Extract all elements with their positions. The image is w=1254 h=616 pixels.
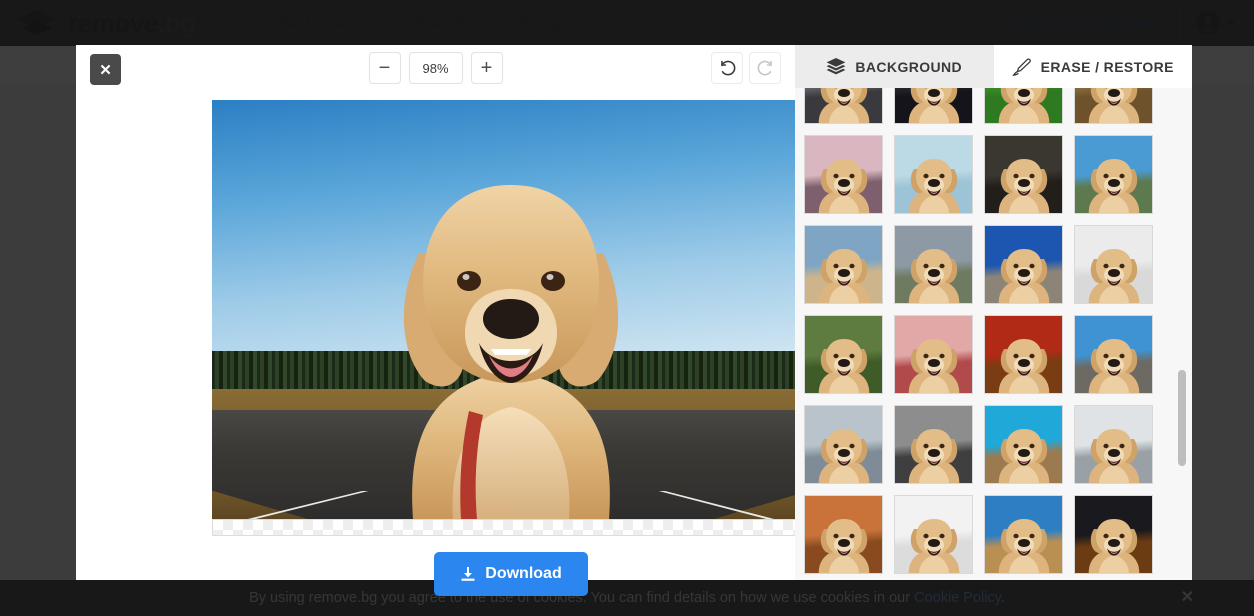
thumbnail-subject-dog	[1085, 515, 1143, 573]
background-thumbnail[interactable]	[894, 88, 973, 124]
preview-image[interactable]	[212, 100, 810, 519]
background-thumbnail[interactable]	[1074, 225, 1153, 304]
thumbnail-subject-dog	[905, 245, 963, 303]
background-thumbnail[interactable]	[894, 225, 973, 304]
thumbnail-subject-dog	[815, 425, 873, 483]
thumbnail-subject-dog	[815, 155, 873, 213]
zoom-in-button[interactable]: +	[470, 52, 503, 84]
remove-bg-app: remove.bg How to use Tools & API Pricing…	[0, 0, 1254, 616]
thumbnail-subject-dog	[815, 245, 873, 303]
zoom-controls: − 98% +	[368, 52, 503, 84]
thumbnail-subject-dog	[905, 515, 963, 573]
thumbnail-subject-dog	[905, 155, 963, 213]
thumbnail-subject-dog	[995, 515, 1053, 573]
background-thumbnail[interactable]	[984, 88, 1063, 124]
undo-arrow-icon	[718, 59, 737, 78]
background-thumbnail[interactable]	[894, 135, 973, 214]
thumbnail-subject-dog	[815, 335, 873, 393]
redo-button[interactable]	[749, 52, 781, 84]
background-thumbnail[interactable]	[1074, 495, 1153, 574]
thumbnail-subject-dog	[995, 335, 1053, 393]
thumbnail-subject-dog	[1085, 155, 1143, 213]
tab-background[interactable]: BACKGROUND	[795, 45, 994, 88]
download-row: Download	[212, 552, 810, 596]
download-button-label: Download	[485, 565, 562, 582]
download-button[interactable]: Download	[434, 552, 588, 596]
thumbnail-subject-dog	[1085, 335, 1143, 393]
preview-shoulder-left	[212, 490, 308, 519]
background-thumbnail[interactable]	[984, 405, 1063, 484]
background-thumbnail[interactable]	[804, 88, 883, 124]
background-thumbnail-list[interactable]	[795, 88, 1192, 580]
background-thumbnail[interactable]	[1074, 315, 1153, 394]
background-thumbnail[interactable]	[894, 495, 973, 574]
panel-tabs: BACKGROUND ERASE / RESTORE	[795, 45, 1192, 88]
background-thumbnail[interactable]	[804, 225, 883, 304]
thumbnail-subject-dog	[815, 515, 873, 573]
zoom-level-value[interactable]: 98%	[408, 52, 463, 84]
panel-scrollbar[interactable]	[1178, 370, 1186, 466]
background-thumbnail[interactable]	[984, 315, 1063, 394]
undo-button[interactable]	[711, 52, 743, 84]
background-thumbnail[interactable]	[894, 405, 973, 484]
background-thumbnail[interactable]	[1074, 405, 1153, 484]
background-thumbnail[interactable]	[894, 315, 973, 394]
thumbnail-subject-dog	[995, 425, 1053, 483]
close-editor-button[interactable]: ✕	[90, 54, 121, 85]
tab-erase-restore-label: ERASE / RESTORE	[1040, 58, 1174, 75]
editor-toolbar: ✕ − 98% +	[76, 45, 795, 91]
transparency-checkerboard-strip	[212, 519, 810, 536]
zoom-out-button[interactable]: −	[368, 52, 401, 84]
thumbnail-subject-dog	[1085, 88, 1143, 123]
thumbnail-subject-dog	[995, 88, 1053, 123]
background-thumbnail[interactable]	[804, 495, 883, 574]
thumbnail-subject-dog	[1085, 245, 1143, 303]
brush-icon	[1011, 57, 1032, 76]
thumbnail-subject-dog	[995, 245, 1053, 303]
history-controls	[711, 52, 781, 84]
tab-erase-restore[interactable]: ERASE / RESTORE	[993, 45, 1192, 88]
background-thumbnail-grid	[804, 88, 1166, 580]
thumbnail-subject-dog	[995, 155, 1053, 213]
layers-icon	[826, 57, 846, 76]
thumbnail-subject-dog	[905, 335, 963, 393]
download-icon	[460, 566, 476, 582]
editor-modal: ✕ − 98% + Download BACKGROUND ERASE / RE…	[76, 45, 1192, 596]
background-thumbnail[interactable]	[984, 135, 1063, 214]
editor-pane: ✕ − 98% + Download	[76, 45, 810, 596]
preview-subject-dog	[361, 157, 661, 519]
background-thumbnail[interactable]	[984, 495, 1063, 574]
thumbnail-subject-dog	[905, 425, 963, 483]
side-panel: BACKGROUND ERASE / RESTORE	[795, 45, 1192, 580]
tab-background-label: BACKGROUND	[855, 58, 963, 75]
thumbnail-subject-dog	[815, 88, 873, 123]
preview-canvas[interactable]: Download	[212, 100, 810, 596]
background-thumbnail[interactable]	[984, 225, 1063, 304]
background-thumbnail[interactable]	[804, 135, 883, 214]
thumbnail-subject-dog	[1085, 425, 1143, 483]
background-thumbnail[interactable]	[804, 405, 883, 484]
redo-arrow-icon	[756, 59, 775, 78]
background-thumbnail[interactable]	[1074, 135, 1153, 214]
thumbnail-subject-dog	[905, 88, 963, 123]
background-thumbnail[interactable]	[1074, 88, 1153, 124]
background-thumbnail[interactable]	[804, 315, 883, 394]
